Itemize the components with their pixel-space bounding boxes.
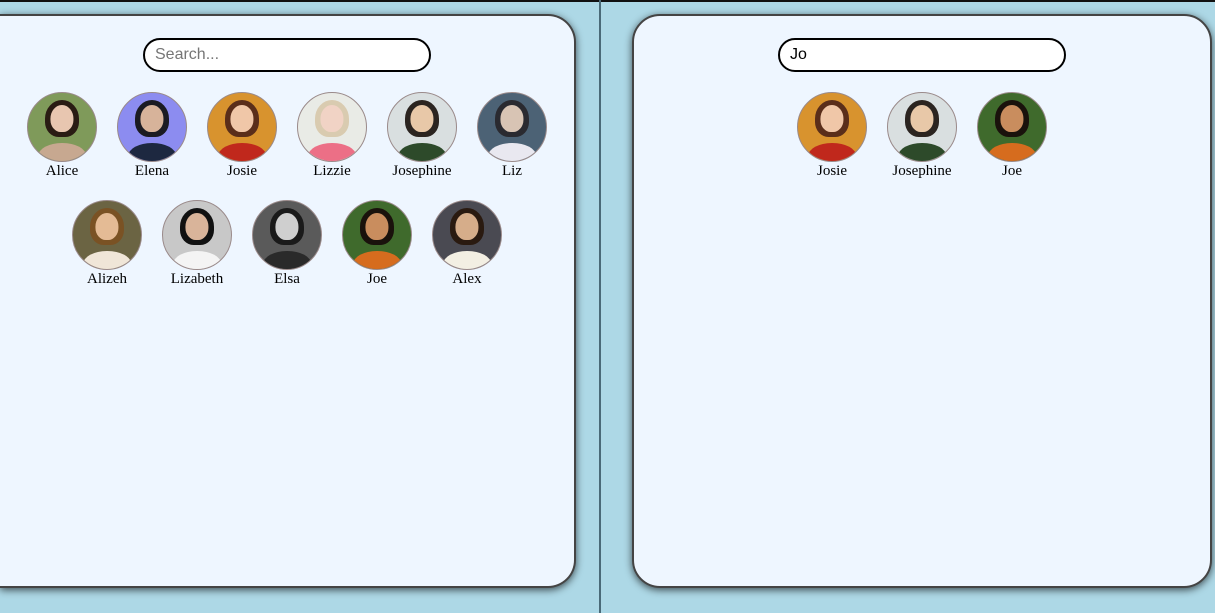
person-card[interactable]: Alizeh [62,200,152,308]
person-card[interactable]: Elsa [242,200,332,308]
people-grid: Josie Josephine Joe [652,92,1192,200]
person-name: Joe [1002,163,1022,179]
person-name: Elena [134,163,170,179]
person-card[interactable]: Lizzie [287,92,377,200]
person-name: Josephine [892,163,952,179]
person-name: Joe [367,271,387,287]
person-name: Josie [227,163,257,179]
person-name: Alice [45,163,79,179]
person-name: Josie [817,163,847,179]
person-card[interactable]: Alex [422,200,512,308]
person-card[interactable]: Josie [197,92,287,200]
avatar [977,92,1047,162]
avatar [72,200,142,270]
person-name: Lizabeth [170,271,224,287]
person-name: Liz [502,163,522,179]
search-input[interactable] [778,38,1066,72]
avatar [207,92,277,162]
avatar [387,92,457,162]
person-card[interactable]: Elena [107,92,197,200]
person-name: Alex [452,271,482,287]
avatar [162,200,232,270]
avatar [252,200,322,270]
person-card[interactable]: Josephine [377,92,467,200]
person-name: Josephine [392,163,452,179]
person-card[interactable]: Joe [332,200,422,308]
person-card[interactable]: Josephine [877,92,967,200]
avatar [477,92,547,162]
search-input[interactable] [143,38,431,72]
person-card[interactable]: Lizabeth [152,200,242,308]
person-name: Lizzie [313,163,351,179]
avatar [797,92,867,162]
avatar [432,200,502,270]
avatar [342,200,412,270]
people-grid: Alice Elena Josie Lizzie Josephine Liz Alizeh L… [17,92,557,308]
person-card[interactable]: Alice [17,92,107,200]
avatar [27,92,97,162]
person-card[interactable]: Joe [967,92,1057,200]
person-card[interactable]: Josie [787,92,877,200]
window-top-border [0,0,1215,2]
avatar [887,92,957,162]
person-name: Elsa [274,271,300,287]
person-name: Alizeh [87,271,127,287]
avatar [117,92,187,162]
avatar [297,92,367,162]
left-panel: Alice Elena Josie Lizzie Josephine Liz Alizeh L… [0,14,576,588]
panel-divider [599,0,601,613]
right-panel: Josie Josephine Joe [632,14,1212,588]
person-card[interactable]: Liz [467,92,557,200]
